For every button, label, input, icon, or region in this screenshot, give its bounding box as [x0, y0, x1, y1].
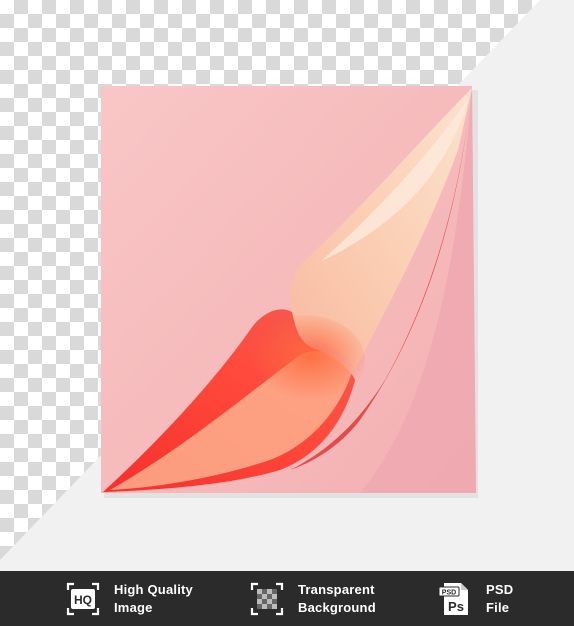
curl-glow — [245, 315, 365, 405]
feature-psd-file: PSD Ps PSD File — [436, 580, 513, 618]
footer-bar: HQ High Quality Image Transparent Backgr… — [0, 571, 574, 626]
ps-text: Ps — [448, 599, 464, 614]
feature-line2: Background — [298, 600, 376, 615]
feature-line1: Transparent — [298, 582, 375, 597]
transparent-background-icon — [250, 582, 284, 616]
feature-transparent-background: Transparent Background — [248, 580, 376, 618]
psd-tag-text: PSD — [442, 590, 456, 597]
feature-line1: High Quality — [114, 582, 193, 597]
feature-high-quality: HQ High Quality Image — [64, 580, 193, 618]
psd-file-icon: PSD Ps — [438, 583, 468, 615]
curled-paper-illustration — [101, 86, 478, 498]
hq-icon-text: HQ — [74, 593, 92, 607]
feature-line2: Image — [114, 600, 153, 615]
image-canvas — [0, 0, 574, 571]
hq-icon: HQ — [66, 582, 100, 616]
feature-line2: File — [486, 600, 510, 615]
feature-line1: PSD — [486, 582, 514, 597]
